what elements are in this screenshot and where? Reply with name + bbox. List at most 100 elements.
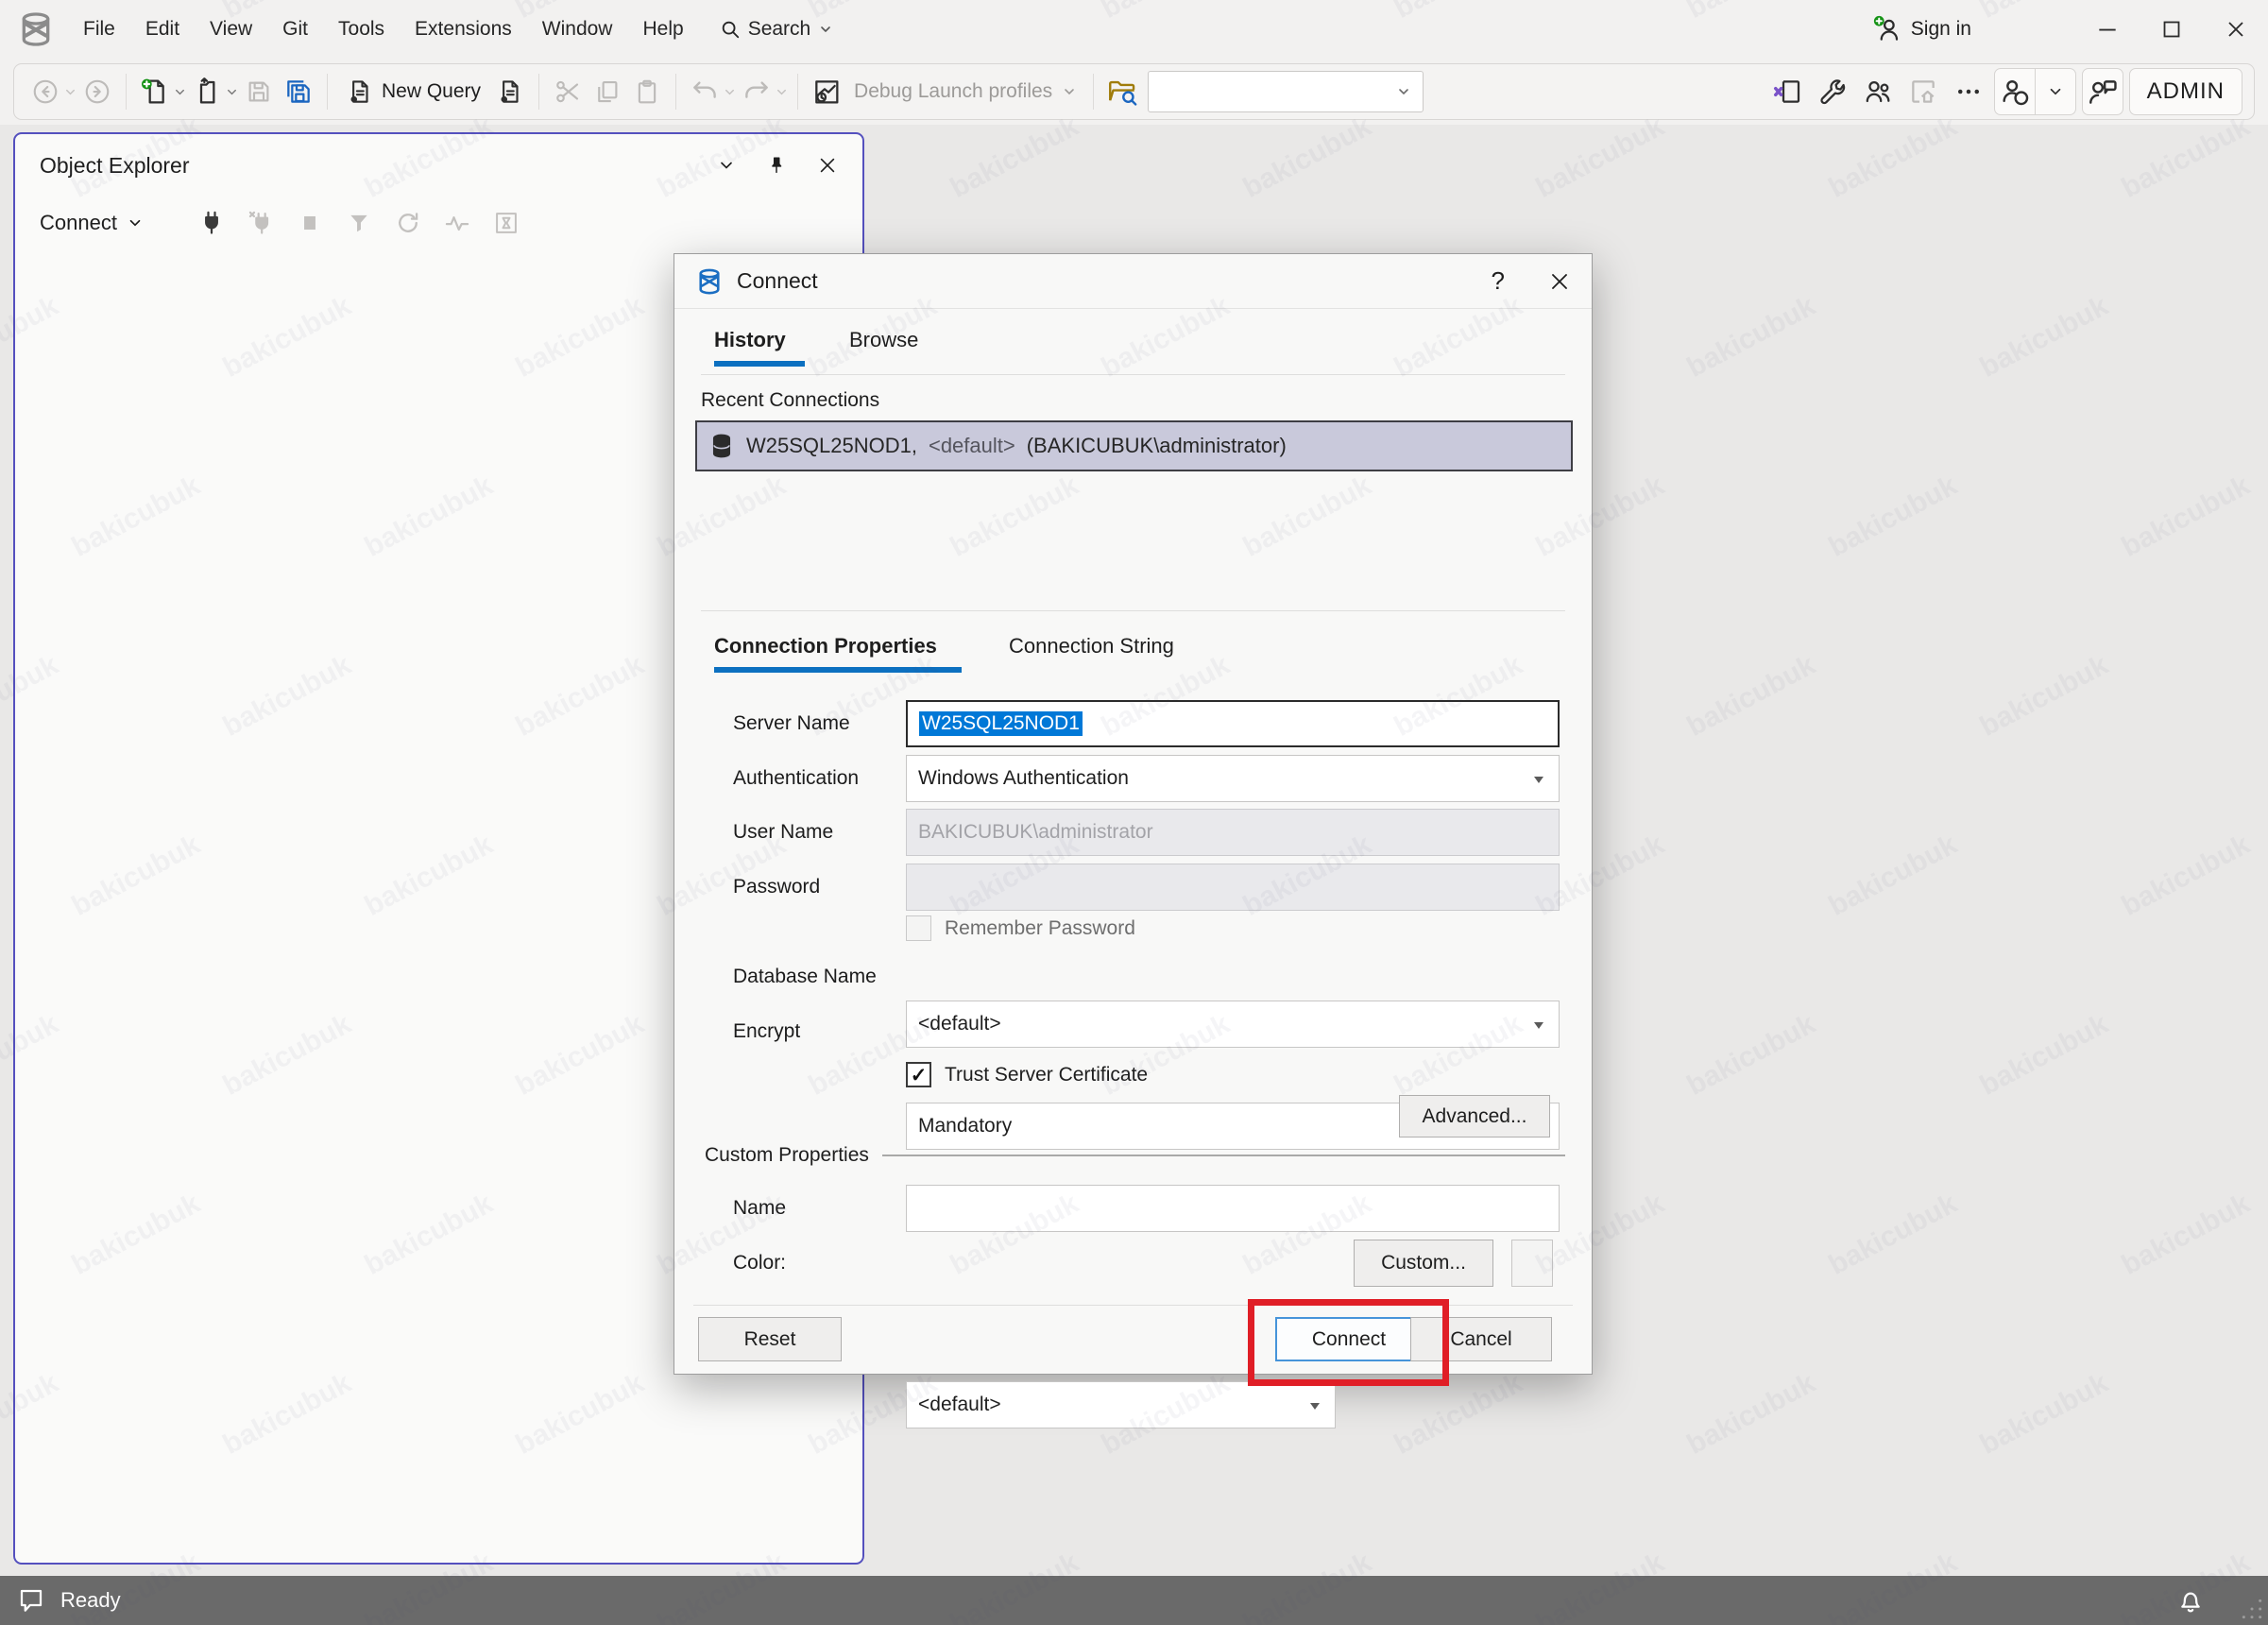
paste-button[interactable] — [627, 70, 667, 113]
accounts-chevron-button[interactable] — [2036, 70, 2075, 113]
cut-button[interactable] — [548, 70, 588, 113]
custom-name-input[interactable] — [906, 1185, 1560, 1232]
home-window-icon — [1908, 77, 1938, 107]
maximize-button[interactable] — [2140, 0, 2204, 59]
refresh-button[interactable] — [384, 202, 433, 244]
vs-window-button[interactable] — [1767, 70, 1807, 113]
new-query-icon — [346, 77, 374, 106]
new-file-chevron-icon[interactable] — [173, 85, 187, 99]
object-explorer-connect-button[interactable]: Connect — [40, 211, 144, 235]
accounts-group — [1994, 68, 2076, 115]
navigate-back-button[interactable] — [26, 70, 65, 113]
admin-group: ADMIN — [2129, 68, 2242, 115]
redo-button[interactable] — [737, 70, 776, 113]
advanced-button[interactable]: Advanced... — [1399, 1095, 1550, 1138]
save-icon — [245, 77, 273, 106]
save-all-button[interactable] — [279, 70, 318, 113]
menu-window[interactable]: Window — [527, 0, 628, 59]
cancel-button[interactable]: Cancel — [1410, 1317, 1552, 1361]
custom-color-button[interactable]: Custom... — [1354, 1240, 1493, 1287]
chevron-down-icon — [1396, 84, 1411, 99]
performance-monitor-icon — [811, 77, 842, 107]
accounts-button[interactable] — [1995, 70, 2035, 113]
color-label: Color: — [733, 1240, 786, 1287]
status-message-icon — [17, 1586, 45, 1615]
performance-monitor-button[interactable] — [807, 70, 846, 113]
open-query-button[interactable] — [490, 70, 530, 113]
connect-button[interactable]: Connect — [1275, 1317, 1423, 1361]
resize-grip[interactable] — [2240, 1597, 2264, 1621]
object-explorer-header[interactable]: Object Explorer — [15, 134, 862, 197]
object-explorer-toolbar: Connect — [15, 197, 862, 249]
notifications-bell-icon[interactable] — [2175, 1585, 2206, 1616]
authentication-select[interactable]: Windows Authentication — [906, 755, 1560, 802]
debug-launch-profiles-dropdown[interactable]: Debug Launch profiles — [846, 80, 1084, 103]
users-button[interactable] — [1858, 70, 1898, 113]
menu-help[interactable]: Help — [627, 0, 698, 59]
close-window-button[interactable] — [2204, 0, 2268, 59]
chevron-down-icon — [2047, 83, 2064, 100]
tab-browse[interactable]: Browse — [849, 328, 918, 352]
panel-options-chevron-icon[interactable] — [717, 156, 736, 175]
menu-edit[interactable]: Edit — [130, 0, 195, 59]
tab-connection-properties[interactable]: Connection Properties — [714, 634, 937, 659]
activity-monitor-button[interactable] — [433, 202, 482, 244]
sign-in-button[interactable]: Sign in — [1873, 15, 1971, 43]
menu-git[interactable]: Git — [267, 0, 323, 59]
authentication-label: Authentication — [733, 755, 859, 802]
minimize-button[interactable] — [2075, 0, 2140, 59]
custom-name-label: Name — [733, 1185, 786, 1232]
new-file-button[interactable] — [135, 70, 175, 113]
tab-history[interactable]: History — [714, 328, 786, 352]
filter-button[interactable] — [334, 202, 384, 244]
person-add-icon — [1873, 15, 1901, 43]
search-label: Search — [748, 18, 811, 41]
back-history-chevron-icon[interactable] — [63, 85, 77, 99]
menu-extensions[interactable]: Extensions — [400, 0, 527, 59]
undo-icon — [691, 77, 719, 106]
open-file-chevron-icon[interactable] — [225, 85, 239, 99]
toolbar-overflow-button[interactable] — [1949, 70, 1988, 113]
color-swatch — [1511, 1240, 1553, 1287]
stop-button[interactable] — [285, 202, 334, 244]
toolbar-combobox[interactable] — [1148, 71, 1424, 112]
open-file-button[interactable] — [187, 70, 227, 113]
user-name-input: BAKICUBUK\administrator — [906, 809, 1560, 856]
browse-query-button[interactable] — [1102, 70, 1142, 113]
active-tab-underline — [714, 361, 805, 367]
disconnect-server-button[interactable] — [236, 202, 285, 244]
trust-certificate-checkbox[interactable]: ✓ — [906, 1062, 931, 1087]
pulse-icon — [444, 210, 470, 236]
copy-button[interactable] — [588, 70, 627, 113]
color-select[interactable]: <default> — [906, 1381, 1336, 1428]
help-button[interactable]: ? — [1492, 266, 1505, 296]
search-control[interactable]: Search — [720, 18, 834, 41]
remember-password-checkbox — [906, 915, 931, 941]
menu-view[interactable]: View — [195, 0, 267, 59]
undo-history-chevron-icon[interactable] — [723, 85, 737, 99]
new-query-button[interactable]: New Query — [336, 70, 490, 113]
tools-options-button[interactable] — [1813, 70, 1852, 113]
close-dialog-icon[interactable] — [1548, 270, 1571, 293]
redo-history-chevron-icon[interactable] — [775, 85, 789, 99]
feedback-button[interactable] — [2083, 70, 2123, 113]
connect-server-button[interactable] — [187, 202, 236, 244]
person-circle-icon — [1999, 76, 2031, 108]
pin-icon[interactable] — [766, 155, 787, 176]
home-window-button[interactable] — [1903, 70, 1943, 113]
filter-funnel-icon — [347, 211, 371, 235]
menu-file[interactable]: File — [68, 0, 130, 59]
undo-button[interactable] — [685, 70, 725, 113]
navigate-forward-button[interactable] — [77, 70, 117, 113]
tab-connection-string[interactable]: Connection String — [1009, 634, 1174, 659]
recent-connection-item[interactable]: W25SQL25NOD1, <default> (BAKICUBUK\admin… — [695, 420, 1573, 471]
admin-button[interactable]: ADMIN — [2130, 78, 2242, 105]
server-name-input[interactable]: W25SQL25NOD1 — [906, 700, 1560, 747]
save-button[interactable] — [239, 70, 279, 113]
menu-tools[interactable]: Tools — [323, 0, 400, 59]
close-panel-icon[interactable] — [817, 155, 838, 176]
remember-password-label: Remember Password — [945, 917, 1135, 940]
reset-button[interactable]: Reset — [698, 1317, 842, 1361]
database-name-select[interactable]: <default> — [906, 1001, 1560, 1048]
query-store-button[interactable] — [482, 202, 531, 244]
